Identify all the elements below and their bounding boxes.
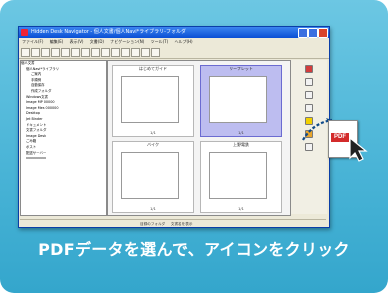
thumbnail-item[interactable]: バイク 1/1 bbox=[112, 141, 194, 213]
toolbar-button[interactable] bbox=[21, 47, 30, 57]
thumbnail-label: バイク bbox=[147, 142, 159, 147]
menu-tools[interactable]: ツール(T) bbox=[151, 39, 169, 44]
folder-tree: 個人文書 個人Navi*ライブラリ ご案内 手順例 自動保存 作成フォルダ Wi… bbox=[20, 60, 107, 216]
toolbar-button[interactable] bbox=[101, 47, 110, 57]
toolbar-button[interactable] bbox=[71, 47, 80, 57]
toolbar bbox=[19, 46, 329, 59]
instruction-caption: PDFデータを選んで、アイコンをクリック bbox=[38, 240, 350, 259]
toolbar-button[interactable] bbox=[31, 47, 40, 57]
toolbar-button[interactable] bbox=[131, 47, 140, 57]
thumbnail-preview bbox=[209, 76, 267, 123]
thumbnail-page: 1/1 bbox=[150, 207, 156, 211]
thumbnail-page: 1/1 bbox=[238, 131, 244, 135]
mouse-cursor-icon bbox=[349, 136, 368, 162]
toolbar-button[interactable] bbox=[91, 47, 100, 57]
thumbnail-preview bbox=[121, 152, 179, 199]
pdf-output-icon[interactable] bbox=[305, 65, 313, 73]
toolbar-button[interactable] bbox=[61, 47, 70, 57]
thumbnail-label: 上野電鉄 bbox=[233, 142, 249, 147]
thumbnail-label: リーフレット bbox=[229, 66, 253, 71]
status-right: 文書名を表示 bbox=[170, 222, 193, 226]
menu-view[interactable]: 表示(V) bbox=[70, 39, 84, 44]
toolbar-button[interactable] bbox=[81, 47, 90, 57]
app-window: Hidden Desk Navigator - 個人文書/個人Navi*ライブラ… bbox=[18, 26, 330, 228]
thumbnail-label: はじめてガイド bbox=[139, 66, 167, 71]
scanner-icon[interactable] bbox=[305, 104, 313, 112]
toolbar-button[interactable] bbox=[111, 47, 120, 57]
menu-edit[interactable]: 編集(E) bbox=[50, 39, 64, 44]
thumbnail-item-selected[interactable]: リーフレット 1/1 bbox=[200, 65, 282, 137]
thumbnail-page: 1/1 bbox=[238, 207, 244, 211]
slide-background: Hidden Desk Navigator - 個人文書/個人Navi*ライブラ… bbox=[0, 0, 388, 293]
window-title: Hidden Desk Navigator - 個人文書/個人Navi*ライブラ… bbox=[31, 29, 186, 35]
status-left: 目録のフォルダ bbox=[140, 222, 166, 226]
menu-document[interactable]: 文書(D) bbox=[90, 39, 104, 44]
thumbnail-preview bbox=[209, 152, 267, 199]
toolbar-button[interactable] bbox=[41, 47, 50, 57]
close-button[interactable] bbox=[318, 28, 328, 38]
menu-help[interactable]: ヘルプ(H) bbox=[174, 39, 192, 44]
menu-navigation[interactable]: ナビゲーション(N) bbox=[110, 39, 144, 44]
printer-icon[interactable] bbox=[305, 78, 313, 86]
thumbnail-item[interactable]: はじめてガイド 1/1 bbox=[112, 65, 194, 137]
app-icon bbox=[21, 29, 28, 36]
pdf-icon-badge: PDF bbox=[331, 133, 349, 142]
toolbar-button[interactable] bbox=[51, 47, 60, 57]
toolbar-button[interactable] bbox=[121, 47, 130, 57]
thumbnail-item[interactable]: 上野電鉄 1/1 bbox=[200, 141, 282, 213]
thumbnail-grid: はじめてガイド 1/1 リーフレット 1/1 バイク 1/1 上野電鉄 1/1 bbox=[107, 60, 291, 216]
toolbar-button[interactable] bbox=[151, 47, 160, 57]
toolbar-button[interactable] bbox=[141, 47, 150, 57]
minimize-button[interactable] bbox=[298, 28, 308, 38]
thumbnail-page: 1/1 bbox=[150, 131, 156, 135]
mail-icon[interactable] bbox=[305, 91, 313, 99]
status-bar: 目録のフォルダ 文書名を表示 bbox=[20, 219, 326, 227]
maximize-button[interactable] bbox=[308, 28, 318, 38]
menu-file[interactable]: ファイル(F) bbox=[22, 39, 43, 44]
thumbnail-preview bbox=[121, 76, 179, 123]
menu-bar: ファイル(F) 編集(E) 表示(V) 文書(D) ナビゲーション(N) ツール… bbox=[19, 38, 329, 46]
window-titlebar: Hidden Desk Navigator - 個人文書/個人Navi*ライブラ… bbox=[19, 27, 329, 38]
tree-item[interactable]: xxxxxxxxxx bbox=[21, 156, 106, 162]
